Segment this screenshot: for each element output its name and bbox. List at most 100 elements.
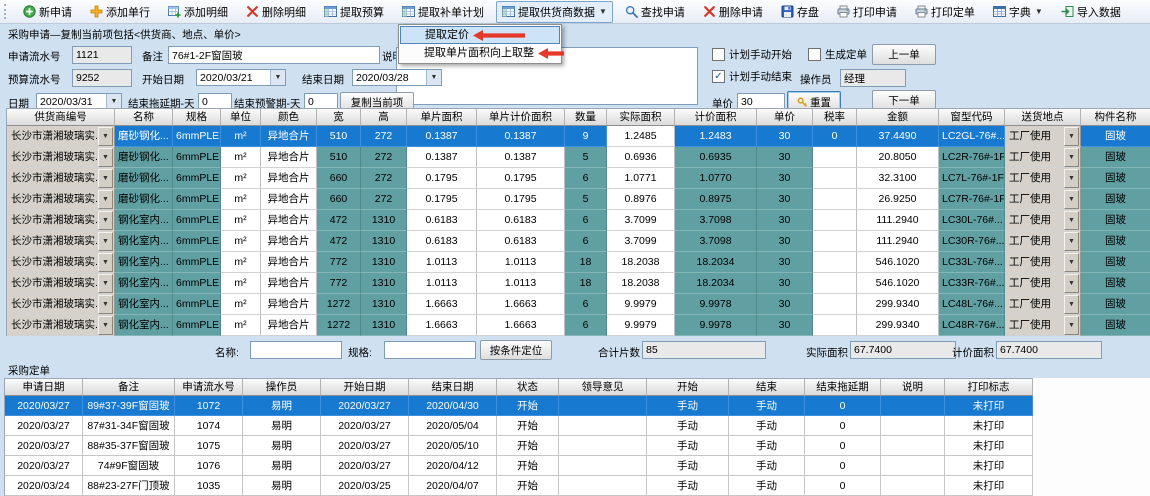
main-column-header[interactable]: 计价面积	[675, 109, 757, 126]
table-cell[interactable]: 30	[757, 252, 813, 273]
order-cell[interactable]: 1035	[175, 476, 243, 496]
table-row[interactable]: 长沙市潇湘玻璃实...▼磨砂钢化...6mmPLE...m²异地合片510272…	[7, 147, 1150, 168]
toolbar-button-import-data[interactable]: 导入数据	[1055, 1, 1127, 23]
table-cell[interactable]: 钢化室内...	[115, 294, 173, 315]
order-cell[interactable]: 0	[805, 436, 881, 456]
table-cell[interactable]: 30	[757, 315, 813, 336]
table-cell[interactable]: m²	[221, 231, 261, 252]
table-cell[interactable]	[813, 252, 857, 273]
table-cell[interactable]: m²	[221, 273, 261, 294]
table-cell[interactable]: 固玻	[1081, 126, 1150, 147]
order-cell[interactable]: 手动	[647, 456, 729, 476]
delivery-location-combobox[interactable]: 工厂使用▼	[1005, 189, 1081, 210]
orders-column-header[interactable]: 说明	[881, 379, 945, 396]
order-cell[interactable]: 2020/04/30	[409, 396, 497, 416]
order-cell[interactable]: 手动	[729, 456, 805, 476]
toolbar-button-delete-request[interactable]: 删除申请	[697, 1, 769, 23]
order-cell[interactable]: 手动	[729, 396, 805, 416]
table-cell[interactable]: 6mmPLE...	[173, 294, 221, 315]
order-cell[interactable]: 89#37-39F窗固玻	[83, 396, 175, 416]
table-cell[interactable]: 0.1387	[407, 126, 477, 147]
orders-column-header[interactable]: 打印标志	[945, 379, 1033, 396]
toolbar-button-extract-supplier-data[interactable]: 提取供货商数据▼	[496, 1, 613, 23]
main-column-header[interactable]: 构件名称	[1081, 109, 1150, 126]
table-cell[interactable]: m²	[221, 294, 261, 315]
delivery-location-combobox[interactable]: 工厂使用▼	[1005, 273, 1081, 294]
table-cell[interactable]: 299.9340	[857, 315, 939, 336]
locate-by-condition-button[interactable]: 按条件定位	[480, 340, 552, 360]
table-cell[interactable]: 固玻	[1081, 252, 1150, 273]
supplier-combobox[interactable]: 长沙市潇湘玻璃实...▼	[7, 294, 115, 315]
orders-column-header[interactable]: 结束日期	[409, 379, 497, 396]
delivery-location-combobox[interactable]: 工厂使用▼	[1005, 294, 1081, 315]
table-cell[interactable]: 1.0113	[407, 252, 477, 273]
orders-column-header[interactable]: 结束拖延期	[805, 379, 881, 396]
order-cell[interactable]: 2020/03/27	[321, 396, 409, 416]
table-cell[interactable]: 1310	[361, 252, 407, 273]
table-cell[interactable]: 272	[361, 189, 407, 210]
table-cell[interactable]: 660	[317, 189, 361, 210]
table-cell[interactable]: LC2GL-76#...	[939, 126, 1005, 147]
order-cell[interactable]	[559, 476, 647, 496]
table-cell[interactable]: 6	[565, 315, 607, 336]
table-cell[interactable]: 1.0771	[607, 168, 675, 189]
table-cell[interactable]: 1.0113	[407, 273, 477, 294]
table-cell[interactable]: 1.6663	[477, 315, 565, 336]
order-cell[interactable]: 87#31-34F窗固玻	[83, 416, 175, 436]
table-cell[interactable]: 固玻	[1081, 273, 1150, 294]
delivery-location-combobox[interactable]: 工厂使用▼	[1005, 315, 1081, 336]
table-cell[interactable]: 固玻	[1081, 231, 1150, 252]
table-cell[interactable]: 1.6663	[407, 315, 477, 336]
orders-column-header[interactable]: 操作员	[243, 379, 321, 396]
table-cell[interactable]: 18.2034	[675, 252, 757, 273]
table-cell[interactable]: 0	[813, 126, 857, 147]
table-cell[interactable]: 0.6183	[477, 231, 565, 252]
checkbox-plan-manual-start[interactable]: 计划手动开始	[712, 47, 792, 62]
main-column-header[interactable]: 实际面积	[607, 109, 675, 126]
order-cell[interactable]: 2020/03/25	[321, 476, 409, 496]
supplier-combobox[interactable]: 长沙市潇湘玻璃实...▼	[7, 273, 115, 294]
table-cell[interactable]: 32.3100	[857, 168, 939, 189]
delivery-location-combobox[interactable]: 工厂使用▼	[1005, 231, 1081, 252]
checkbox-icon[interactable]	[712, 70, 725, 83]
toolbar-button-new-request[interactable]: 新申请	[17, 1, 78, 23]
toolbar-button-extract-budget[interactable]: 提取预算	[318, 1, 390, 23]
supplier-combobox[interactable]: 长沙市潇湘玻璃实...▼	[7, 231, 115, 252]
table-cell[interactable]: 772	[317, 252, 361, 273]
checkbox-icon[interactable]	[712, 48, 725, 61]
order-cell[interactable]: 易明	[243, 436, 321, 456]
delivery-location-combobox[interactable]: 工厂使用▼	[1005, 126, 1081, 147]
table-cell[interactable]: 9.9979	[607, 315, 675, 336]
table-cell[interactable]: 异地合片	[261, 315, 317, 336]
previous-order-button[interactable]: 上一单	[872, 44, 936, 65]
table-cell[interactable]: m²	[221, 168, 261, 189]
table-cell[interactable]: LC30R-76#...	[939, 231, 1005, 252]
order-cell[interactable]	[881, 396, 945, 416]
delivery-location-combobox[interactable]: 工厂使用▼	[1005, 168, 1081, 189]
table-cell[interactable]: 异地合片	[261, 294, 317, 315]
main-column-header[interactable]: 送货地点	[1005, 109, 1081, 126]
chevron-down-icon[interactable]: ▼	[1064, 253, 1079, 272]
table-cell[interactable]: LC2R-76#-1F	[939, 147, 1005, 168]
supplier-combobox[interactable]: 长沙市潇湘玻璃实...▼	[7, 147, 115, 168]
order-cell[interactable]: 74#9F窗固玻	[83, 456, 175, 476]
budget-input[interactable]	[72, 69, 132, 87]
table-cell[interactable]: 9.9979	[607, 294, 675, 315]
order-cell[interactable]: 1074	[175, 416, 243, 436]
main-column-header[interactable]: 单价	[757, 109, 813, 126]
table-cell[interactable]: 0.6183	[407, 231, 477, 252]
table-cell[interactable]: 6mmPLE...	[173, 231, 221, 252]
table-cell[interactable]: 磨砂钢化...	[115, 168, 173, 189]
table-cell[interactable]: 6	[565, 210, 607, 231]
order-cell[interactable]: 1076	[175, 456, 243, 476]
order-cell[interactable]: 2020/03/27	[321, 436, 409, 456]
table-cell[interactable]: 钢化室内...	[115, 315, 173, 336]
table-cell[interactable]: 1.2483	[675, 126, 757, 147]
order-cell[interactable]: 2020/03/27	[5, 436, 83, 456]
supplier-combobox[interactable]: 长沙市潇湘玻璃实...▼	[7, 315, 115, 336]
table-cell[interactable]: 5	[565, 189, 607, 210]
order-cell[interactable]: 2020/04/12	[409, 456, 497, 476]
order-cell[interactable]: 易明	[243, 416, 321, 436]
table-cell[interactable]: 30	[757, 294, 813, 315]
order-cell[interactable]	[559, 396, 647, 416]
